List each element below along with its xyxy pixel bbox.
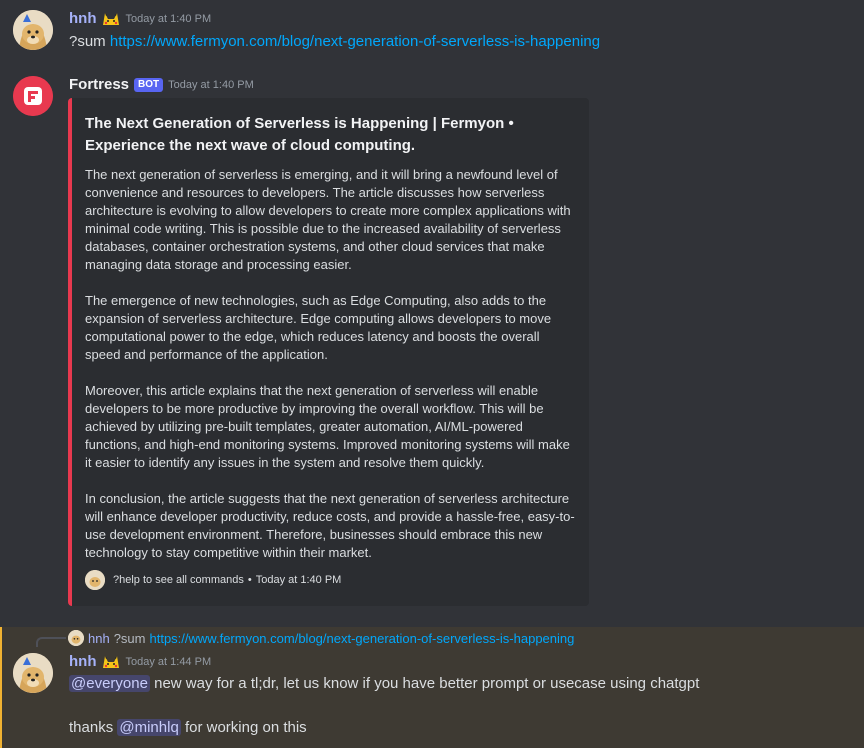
bot-username[interactable]: Fortress — [69, 76, 129, 93]
embed-footer: ?help to see all commands • Today at 1:4… — [85, 570, 341, 590]
embed-paragraph-3: Moreover, this article explains that the… — [85, 383, 570, 470]
message-line-1: @everyone new way for a tl;dr, let us kn… — [69, 675, 699, 692]
message-timestamp: Today at 1:44 PM — [125, 655, 212, 668]
reply-username[interactable]: hnh — [88, 631, 110, 646]
bot-tag: BOT — [134, 77, 164, 92]
fortress-logo-icon — [13, 76, 53, 116]
footer-time: Today at 1:40 PM — [255, 574, 342, 586]
bot-avatar[interactable] — [13, 76, 53, 116]
thanks-prefix: thanks — [69, 719, 118, 736]
summary-embed: The Next Generation of Serverless is Hap… — [68, 98, 589, 606]
footer-separator: • — [247, 574, 252, 586]
reply-command: ?sum — [113, 630, 146, 646]
doge-avatar-icon — [13, 653, 53, 693]
message-timestamp: Today at 1:40 PM — [168, 78, 254, 91]
everyone-mention[interactable]: @everyone — [69, 675, 150, 692]
command-text: ?sum — [69, 33, 106, 50]
pikachu-emoji-icon — [101, 11, 121, 27]
message-content: ?sum https://www.fermyon.com/blog/next-g… — [69, 33, 600, 50]
username[interactable]: hnh — [69, 653, 97, 670]
footer-avatar-icon — [85, 570, 105, 590]
embed-paragraph-4: In conclusion, the article suggests that… — [85, 491, 575, 560]
embed-paragraph-1: The next generation of serverless is eme… — [85, 167, 571, 272]
user-avatar[interactable] — [13, 653, 53, 693]
article-link[interactable]: https://www.fermyon.com/blog/next-genera… — [110, 33, 600, 50]
message-line-2: thanks @minhlq for working on this — [69, 719, 307, 736]
reply-link[interactable]: https://www.fermyon.com/blog/next-genera… — [150, 631, 575, 646]
doge-avatar-icon — [13, 10, 53, 50]
reply-preview[interactable]: hnh ?sum https://www.fermyon.com/blog/ne… — [68, 630, 574, 646]
reply-avatar-icon — [68, 630, 84, 646]
footer-help-text: ?help to see all commands — [113, 574, 244, 586]
message-timestamp: Today at 1:40 PM — [125, 12, 212, 25]
thanks-suffix: for working on this — [180, 719, 307, 736]
user-mention[interactable]: @minhlq — [117, 719, 181, 736]
embed-title[interactable]: The Next Generation of Serverless is Hap… — [85, 113, 565, 157]
reply-connector — [36, 637, 66, 647]
embed-paragraph-2: The emergence of new technologies, such … — [85, 293, 552, 362]
user-avatar[interactable] — [13, 10, 53, 50]
message-text: new way for a tl;dr, let us know if you … — [149, 675, 700, 692]
username[interactable]: hnh — [69, 10, 97, 27]
pikachu-emoji-icon — [101, 654, 121, 670]
